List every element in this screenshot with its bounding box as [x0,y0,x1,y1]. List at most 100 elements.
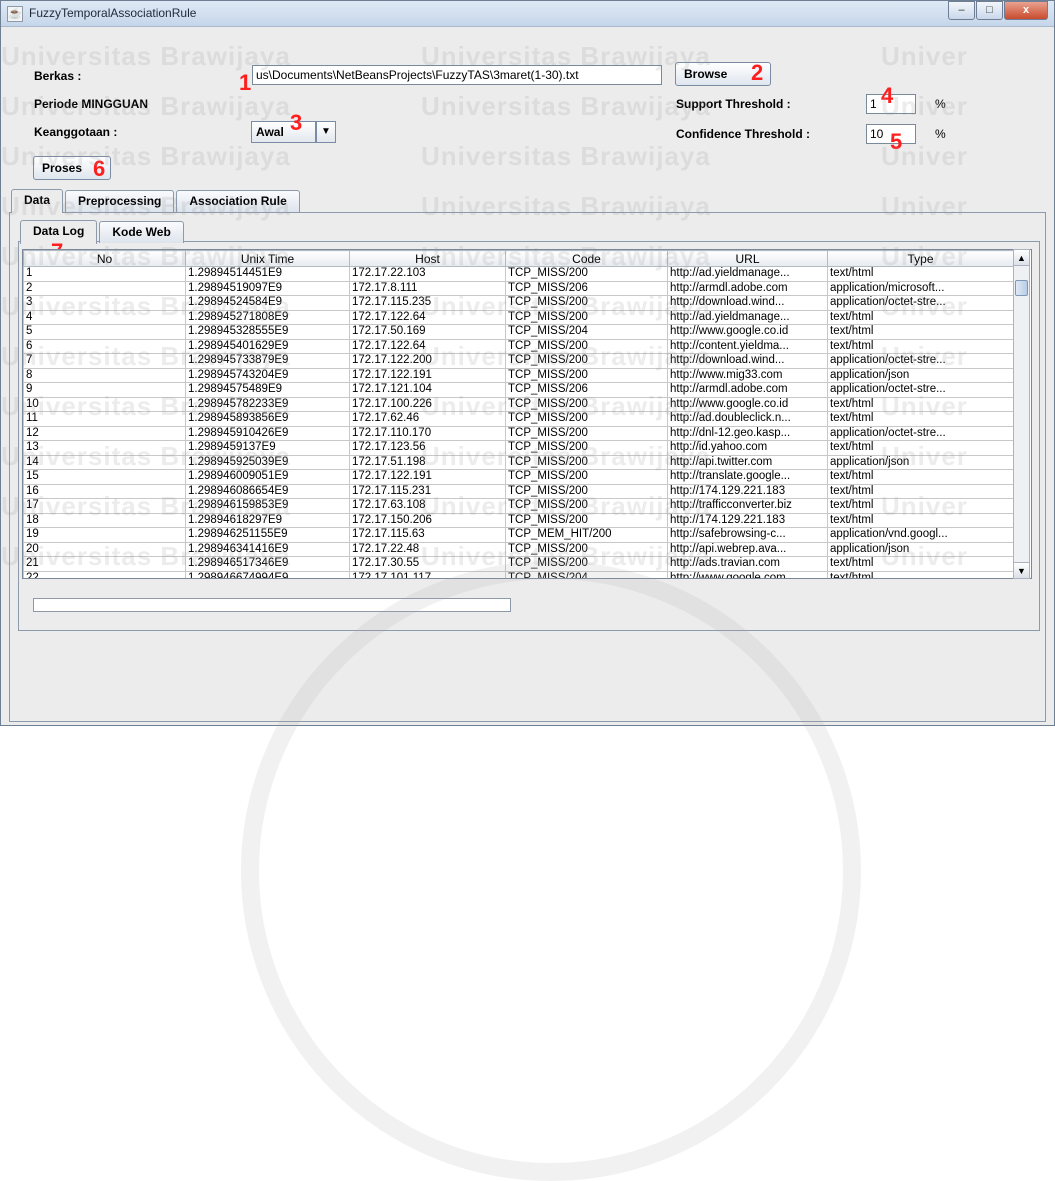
table-cell: application/octet-stre... [827,382,1014,398]
table-cell: 172.17.150.206 [349,512,506,528]
table-cell: http://safebrowsing-c... [667,527,828,543]
table-cell: TCP_MISS/200 [505,483,668,499]
table-cell: 21 [23,556,186,572]
table-cell: 13 [23,440,186,456]
table-cell: TCP_MISS/200 [505,295,668,311]
table-row[interactable]: 7 1.298945733879E9 172.17.122.200 TCP_MISS/… [23,353,1014,369]
table-cell: text/html [827,266,1014,282]
table-row[interactable]: 6 1.298945401629E9 172.17.122.64 TCP_MISS/2… [23,338,1014,354]
table-row[interactable]: 14 1.298945925039E9 172.17.51.198 TCP_MISS/… [23,454,1014,470]
table-row[interactable]: 9 1.29894575489E9 172.17.121.104 TCP_MISS/2… [23,382,1014,398]
table-cell: 172.17.50.169 [349,324,506,340]
table-cell: application/json [827,367,1014,383]
column-header-type[interactable]: Type [827,250,1014,267]
minimize-button[interactable]: – [948,1,975,20]
table-row[interactable]: 22 1.298946674994E9 172.17.101.117 TCP_MISS… [23,570,1014,578]
table-cell: 1.298945271808E9 [185,309,350,325]
table-cell: 172.17.115.63 [349,527,506,543]
marker-3: 3 [290,110,303,135]
table-cell: http://trafficconverter.biz [667,498,828,514]
java-icon: ☕ [7,6,23,22]
table-header-row: No Unix Time Host Code URL Type [23,250,1014,267]
table-cell: http://ads.travian.com [667,556,828,572]
table-cell: http://armdl.adobe.com [667,382,828,398]
table-row[interactable]: 1 1.29894514451E9 172.17.22.103 TCP_MISS/20… [23,266,1014,282]
progress-bar [33,598,511,612]
file-path-field[interactable]: us\Documents\NetBeansProjects\FuzzyTAS\3… [252,65,662,85]
tab-association-rule[interactable]: Association Rule [176,190,300,212]
table-row[interactable]: 3 1.29894524584E9 172.17.115.235 TCP_MISS/2… [23,295,1014,311]
table-cell: 3 [23,295,186,311]
table-cell: 1.298946517346E9 [185,556,350,572]
table-cell: http://www.google.co.id [667,396,828,412]
window-title: FuzzyTemporalAssociationRule [29,6,197,20]
tab-kode-web[interactable]: Kode Web [99,221,184,243]
column-header-unix-time[interactable]: Unix Time [185,250,350,267]
data-log-table[interactable]: No Unix Time Host Code URL Type 1 1.29894… [22,249,1032,579]
table-cell: text/html [827,396,1014,412]
berkas-label: Berkas : [34,69,82,83]
chevron-down-icon[interactable]: ▼ [316,121,336,143]
table-cell: 172.17.63.108 [349,498,506,514]
data-subtabs: Data Log Kode Web [20,220,186,244]
maximize-button[interactable]: □ [976,1,1003,20]
table-row[interactable]: 16 1.298946086654E9 172.17.115.231 TCP_MISS… [23,483,1014,499]
table-cell: 1.298945328555E9 [185,324,350,340]
table-row[interactable]: 4 1.298945271808E9 172.17.122.64 TCP_MISS/2… [23,309,1014,325]
table-cell: TCP_MISS/200 [505,266,668,282]
table-cell: TCP_MISS/200 [505,309,668,325]
table-cell: text/html [827,324,1014,340]
table-cell: 20 [23,541,186,557]
close-button[interactable]: x [1004,1,1048,20]
table-cell: 172.17.22.103 [349,266,506,282]
table-row[interactable]: 15 1.298946009051E9 172.17.122.191 TCP_MISS… [23,469,1014,485]
main-tabs: Data Preprocessing Association Rule [11,189,302,213]
watermark-text: Univer [881,41,968,71]
table-cell: TCP_MISS/200 [505,367,668,383]
table-row[interactable]: 2 1.29894519097E9 172.17.8.111 TCP_MISS/206… [23,280,1014,296]
scroll-up-arrow-icon[interactable]: ▲ [1014,250,1029,266]
table-cell: TCP_MISS/200 [505,425,668,441]
table-cell: 172.17.122.191 [349,469,506,485]
confidence-percent: % [935,127,946,141]
column-header-no[interactable]: No [23,250,186,267]
table-cell: application/octet-stre... [827,425,1014,441]
scroll-down-arrow-icon[interactable]: ▼ [1014,562,1029,578]
table-cell: 1.29894618297E9 [185,512,350,528]
tab-preprocessing[interactable]: Preprocessing [65,190,175,212]
table-cell: 8 [23,367,186,383]
table-row[interactable]: 17 1.298946159853E9 172.17.63.108 TCP_MISS/… [23,498,1014,514]
scroll-thumb[interactable] [1015,280,1028,296]
table-vertical-scrollbar[interactable]: ▲ ▼ [1013,249,1030,579]
table-row[interactable]: 10 1.298945782233E9 172.17.100.226 TCP_MISS… [23,396,1014,412]
table-cell: TCP_MISS/200 [505,440,668,456]
table-cell: http://content.yieldma... [667,338,828,354]
table-cell: TCP_MISS/204 [505,570,668,578]
table-row[interactable]: 13 1.2989459137E9 172.17.123.56 TCP_MISS/20… [23,440,1014,456]
table-row[interactable]: 11 1.298945893856E9 172.17.62.46 TCP_MISS/2… [23,411,1014,427]
table-row[interactable]: 8 1.298945743204E9 172.17.122.191 TCP_MISS/… [23,367,1014,383]
column-header-url[interactable]: URL [667,250,828,267]
table-cell: 172.17.101.117 [349,570,506,578]
tab-data[interactable]: Data [11,189,64,213]
table-row[interactable]: 18 1.29894618297E9 172.17.150.206 TCP_MISS/… [23,512,1014,528]
column-header-host[interactable]: Host [349,250,506,267]
column-header-code[interactable]: Code [505,250,668,267]
table-row[interactable]: 12 1.298945910426E9 172.17.110.170 TCP_MISS… [23,425,1014,441]
table-cell: TCP_MISS/200 [505,556,668,572]
table-cell: 19 [23,527,186,543]
table-cell: 1.298946341416E9 [185,541,350,557]
table-cell: TCP_MISS/200 [505,469,668,485]
title-bar[interactable]: ☕ FuzzyTemporalAssociationRule – □ x [1,1,1054,27]
table-cell: 1.298946159853E9 [185,498,350,514]
marker-4: 4 [881,83,894,108]
table-row[interactable]: 19 1.298946251155E9 172.17.115.63 TCP_MEM_H… [23,527,1014,543]
table-cell: text/html [827,498,1014,514]
table-row[interactable]: 21 1.298946517346E9 172.17.30.55 TCP_MISS/2… [23,556,1014,572]
keanggotaan-select[interactable]: Awal [251,121,316,143]
table-row[interactable]: 20 1.298946341416E9 172.17.22.48 TCP_MISS/2… [23,541,1014,557]
table-row[interactable]: 5 1.298945328555E9 172.17.50.169 TCP_MISS/2… [23,324,1014,340]
table-cell: 14 [23,454,186,470]
table-cell: 1.29894519097E9 [185,280,350,296]
table-cell: 1.298946009051E9 [185,469,350,485]
